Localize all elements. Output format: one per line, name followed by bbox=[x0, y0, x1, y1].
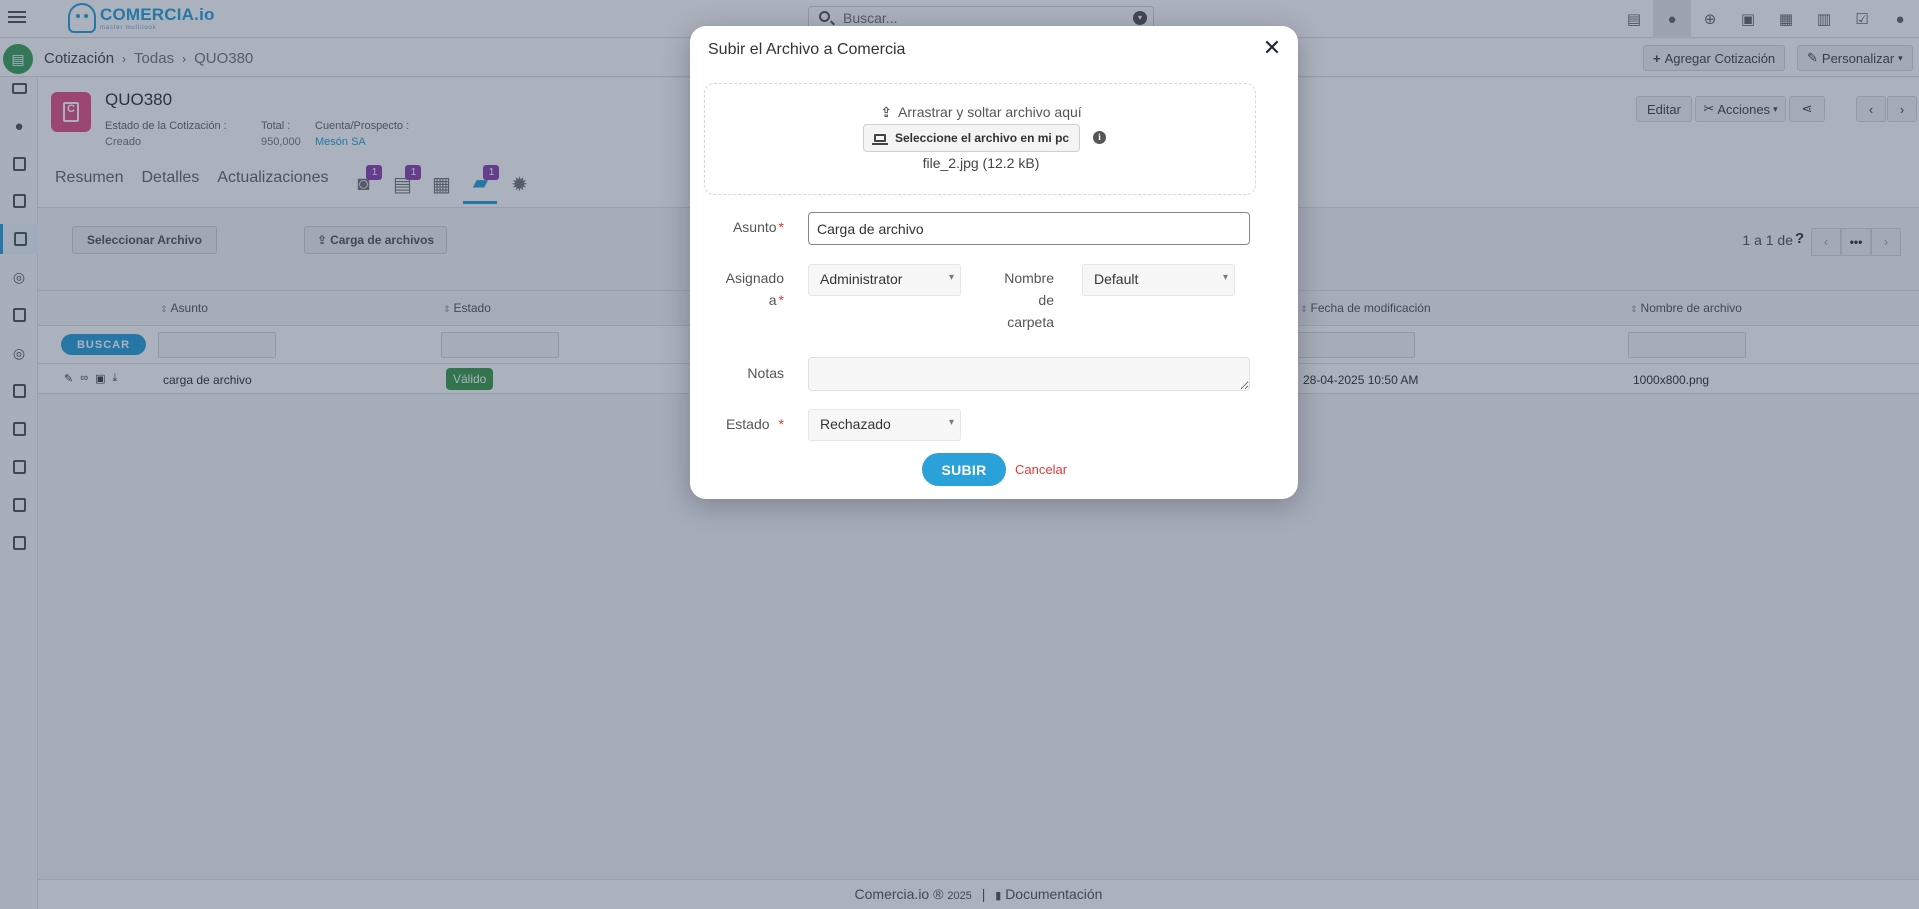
notes-label: Notas bbox=[747, 365, 784, 381]
select-from-pc-label: Seleccione el archivo en mi pc bbox=[895, 131, 1070, 145]
folder-label-line2: de bbox=[1038, 292, 1054, 308]
laptop-icon bbox=[872, 134, 888, 145]
status-label: Estado * bbox=[710, 413, 784, 435]
folder-label: Nombre de carpeta bbox=[992, 267, 1054, 333]
select-from-pc-button[interactable]: Seleccione el archivo en mi pc bbox=[863, 124, 1081, 152]
required-marker: * bbox=[778, 416, 784, 432]
assigned-label-line1: Asignado bbox=[725, 270, 784, 286]
drop-hint: ⇪ Arrastrar y soltar archivo aquí bbox=[705, 104, 1257, 121]
close-icon[interactable]: ✕ bbox=[1262, 37, 1282, 59]
subject-label: Asunto * bbox=[710, 216, 784, 238]
status-select[interactable]: Rechazado bbox=[808, 409, 961, 441]
subject-input[interactable] bbox=[808, 212, 1250, 245]
assigned-select[interactable]: Administrator bbox=[808, 264, 961, 296]
dialog-title: Subir el Archivo a Comercia bbox=[708, 41, 906, 58]
status-label-text: Estado bbox=[725, 416, 770, 432]
upload-file-dialog: Subir el Archivo a Comercia ✕ ⇪ Arrastrar… bbox=[690, 26, 1298, 499]
file-dropzone[interactable]: ⇪ Arrastrar y soltar archivo aquí Selecci… bbox=[704, 83, 1256, 195]
folder-label-line1: Nombre bbox=[1004, 270, 1054, 286]
cancel-link[interactable]: Cancelar bbox=[1015, 462, 1067, 477]
assigned-label-line2: a bbox=[768, 292, 777, 308]
drop-text: Arrastrar y soltar archivo aquí bbox=[898, 104, 1082, 120]
upload-submit-button[interactable]: SUBIR bbox=[922, 453, 1006, 486]
folder-value: Default bbox=[1094, 271, 1139, 287]
folder-select[interactable]: Default bbox=[1082, 264, 1235, 296]
selected-file-name: file_2.jpg (12.2 kB) bbox=[922, 155, 1040, 171]
info-icon[interactable]: i bbox=[1093, 131, 1106, 144]
upload-icon: ⇪ bbox=[880, 104, 893, 120]
assigned-value: Administrator bbox=[820, 271, 903, 287]
required-marker: * bbox=[778, 292, 784, 308]
assigned-label: Asignado a * bbox=[710, 267, 784, 311]
required-marker: * bbox=[778, 219, 784, 235]
subject-label-text: Asunto bbox=[732, 219, 777, 235]
status-value: Rechazado bbox=[820, 416, 891, 432]
folder-label-line3: carpeta bbox=[1007, 314, 1054, 330]
notes-textarea[interactable] bbox=[808, 357, 1250, 391]
